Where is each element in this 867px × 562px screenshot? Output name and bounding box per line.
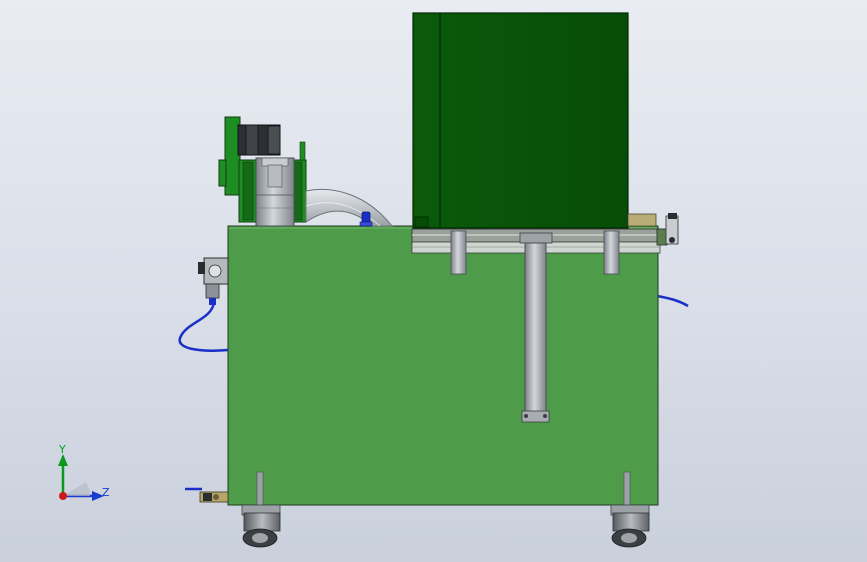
tank[interactable]	[227, 225, 659, 506]
axis-y-label: Y	[59, 443, 66, 456]
motor-assembly[interactable]	[218, 116, 307, 227]
air-hose-right[interactable]	[656, 294, 689, 308]
drain-valve[interactable]	[185, 487, 229, 503]
filter-regulator[interactable]	[198, 257, 229, 305]
reference-triad: Y Z	[48, 438, 118, 514]
axis-z-label: Z	[102, 486, 110, 499]
cabinet[interactable]	[412, 12, 657, 229]
sensor-cap[interactable]	[359, 211, 373, 227]
assembly-model[interactable]	[0, 0, 867, 562]
cad-viewport[interactable]: Y Z	[0, 0, 867, 562]
air-hose-left[interactable]	[178, 301, 229, 352]
duct-elbow[interactable]	[305, 188, 394, 227]
